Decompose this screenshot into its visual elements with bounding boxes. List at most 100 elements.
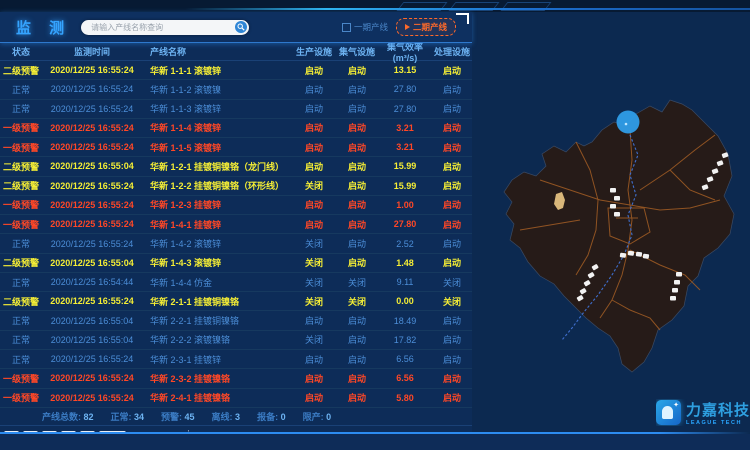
summary-item: 正常: 34	[111, 410, 145, 423]
gas-collection: 启动	[336, 256, 378, 269]
status: 正常	[0, 314, 42, 327]
status: 正常	[0, 276, 42, 289]
gas-rate: 2.52	[378, 239, 432, 249]
gas-rate: 27.80	[378, 104, 432, 114]
logo-subtitle: LEAGUE TECH	[686, 420, 750, 426]
table-row[interactable]: 正常2020/12/25 16:55:04华新 2-2-2 滚镀镍铬关闭启动17…	[0, 331, 472, 350]
production-facility: 启动	[292, 372, 336, 385]
table-row[interactable]: 二级预警2020/12/25 16:55:04华新 1-4-3 滚镀锌关闭启动1…	[0, 254, 472, 273]
production-facility: 关闭	[292, 276, 336, 289]
table-row[interactable]: 正常2020/12/25 16:55:24华新 2-3-1 挂镀锌启动启动6.5…	[0, 350, 472, 369]
table-row[interactable]: 二级预警2020/12/25 16:55:24华新 2-1-1 挂镀铜镍铬关闭关…	[0, 292, 472, 311]
gas-collection: 启动	[336, 333, 378, 346]
logo-name: 力嘉科技	[686, 399, 750, 420]
bottom-strip	[0, 434, 750, 450]
table-row[interactable]: 二级预警2020/12/25 16:55:24华新 1-2-2 挂镀铜镍铬（环形…	[0, 177, 472, 196]
time: 2020/12/25 16:55:24	[42, 354, 142, 364]
status: 二级预警	[0, 256, 42, 269]
line-name: 华新 2-2-2 滚镀镍铬	[142, 333, 292, 346]
table-row[interactable]: 正常2020/12/25 16:55:04华新 2-2-1 挂镀铜镍铬启动启动1…	[0, 311, 472, 330]
summary-item: 预警: 45	[161, 410, 195, 423]
production-facility: 关闭	[292, 256, 336, 269]
monitor-panel: 监 测 一期产线 二期产线 状态监测时间产线名称生产设施集气设施集气效率(m³/…	[0, 12, 472, 432]
line-name: 华新 2-3-2 挂镀镍铬	[142, 372, 292, 385]
line-name: 华新 2-1-1 挂镀铜镍铬	[142, 295, 292, 308]
summary-item: 报备: 0	[257, 410, 286, 423]
gas-rate: 27.80	[378, 219, 432, 229]
gas-rate: 17.82	[378, 335, 432, 345]
gas-collection: 启动	[336, 353, 378, 366]
table-row[interactable]: 一级预警2020/12/25 16:55:24华新 2-4-1 挂镀镍铬启动启动…	[0, 389, 472, 408]
gas-rate: 15.99	[378, 181, 432, 191]
table-row[interactable]: 一级预警2020/12/25 16:55:24华新 1-1-4 滚镀锌启动启动3…	[0, 119, 472, 138]
search-icon[interactable]	[235, 21, 247, 33]
brand-logo: 力嘉科技 LEAGUE TECH	[656, 399, 750, 426]
gas-collection: 启动	[336, 198, 378, 211]
status: 一级预警	[0, 372, 42, 385]
map-area: 力嘉科技 LEAGUE TECH	[472, 12, 750, 432]
gas-rate: 15.99	[378, 161, 432, 171]
summary-value: 45	[185, 412, 195, 422]
corner-bracket	[456, 13, 469, 24]
table-body: 二级预警2020/12/25 16:55:24华新 1-1-1 滚镀锌启动启动1…	[0, 61, 472, 408]
status: 正常	[0, 83, 42, 96]
production-facility: 启动	[292, 83, 336, 96]
treatment-facility: 启动	[432, 198, 472, 211]
column-header: 状态	[0, 45, 42, 58]
checkbox-icon	[342, 23, 351, 32]
table-row[interactable]: 正常2020/12/25 16:55:24华新 1-1-2 滚镀镍启动启动27.…	[0, 80, 472, 99]
status: 二级预警	[0, 64, 42, 77]
time: 2020/12/25 16:55:24	[42, 393, 142, 403]
time: 2020/12/25 16:55:24	[42, 181, 142, 191]
production-facility: 启动	[292, 160, 336, 173]
treatment-facility: 启动	[432, 160, 472, 173]
treatment-facility: 启动	[432, 353, 472, 366]
gas-collection: 启动	[336, 372, 378, 385]
status: 一级预警	[0, 391, 42, 404]
page-title: 监 测	[16, 17, 71, 38]
production-facility: 启动	[292, 141, 336, 154]
table-row[interactable]: 一级预警2020/12/25 16:55:24华新 1-2-3 挂镀锌启动启动1…	[0, 196, 472, 215]
summary-item: 产线总数: 82	[42, 410, 94, 423]
top-decoration	[0, 0, 750, 12]
treatment-facility: 启动	[432, 83, 472, 96]
column-header: 监测时间	[42, 45, 142, 58]
table-row[interactable]: 二级预警2020/12/25 16:55:04华新 1-2-1 挂镀铜镍铬（龙门…	[0, 157, 472, 176]
time: 2020/12/25 16:55:24	[42, 200, 142, 210]
treatment-facility: 关闭	[432, 295, 472, 308]
treatment-facility: 启动	[432, 141, 472, 154]
gas-collection: 启动	[336, 64, 378, 77]
treatment-facility: 启动	[432, 237, 472, 250]
column-header: 集气设施	[336, 45, 378, 58]
treatment-facility: 关闭	[432, 276, 472, 289]
district-map[interactable]	[480, 55, 742, 415]
table-row[interactable]: 二级预警2020/12/25 16:55:24华新 1-1-1 滚镀锌启动启动1…	[0, 61, 472, 80]
phase1-label: 一期产线	[354, 21, 388, 33]
gas-collection: 启动	[336, 218, 378, 231]
table-row[interactable]: 正常2020/12/25 16:55:24华新 1-4-2 滚镀锌关闭启动2.5…	[0, 234, 472, 253]
search-input[interactable]	[89, 22, 235, 33]
phase1-checkbox[interactable]: 一期产线	[342, 21, 388, 33]
status: 正常	[0, 353, 42, 366]
gas-rate: 27.80	[378, 84, 432, 94]
time: 2020/12/25 16:55:04	[42, 161, 142, 171]
table-row[interactable]: 一级预警2020/12/25 16:55:24华新 2-3-2 挂镀镍铬启动启动…	[0, 369, 472, 388]
status: 一级预警	[0, 218, 42, 231]
line-name: 华新 1-4-2 滚镀锌	[142, 237, 292, 250]
flag-icon	[405, 24, 410, 30]
gas-collection: 启动	[336, 179, 378, 192]
time: 2020/12/25 16:55:24	[42, 142, 142, 152]
status: 一级预警	[0, 198, 42, 211]
summary-value: 82	[84, 412, 94, 422]
time: 2020/12/25 16:55:04	[42, 258, 142, 268]
table-row[interactable]: 一级预警2020/12/25 16:55:24华新 1-4-1 挂镀锌启动启动2…	[0, 215, 472, 234]
table-row[interactable]: 正常2020/12/25 16:54:44华新 1-4-4 仿金关闭关闭9.11…	[0, 273, 472, 292]
gas-rate: 18.49	[378, 316, 432, 326]
production-facility: 启动	[292, 391, 336, 404]
summary-value: 0	[281, 412, 286, 422]
table-row[interactable]: 正常2020/12/25 16:55:24华新 1-1-3 滚镀锌启动启动27.…	[0, 100, 472, 119]
production-facility: 启动	[292, 314, 336, 327]
table-row[interactable]: 一级预警2020/12/25 16:55:24华新 1-1-5 滚镀锌启动启动3…	[0, 138, 472, 157]
search-box[interactable]	[81, 20, 249, 35]
phase2-button[interactable]: 二期产线	[396, 18, 456, 36]
